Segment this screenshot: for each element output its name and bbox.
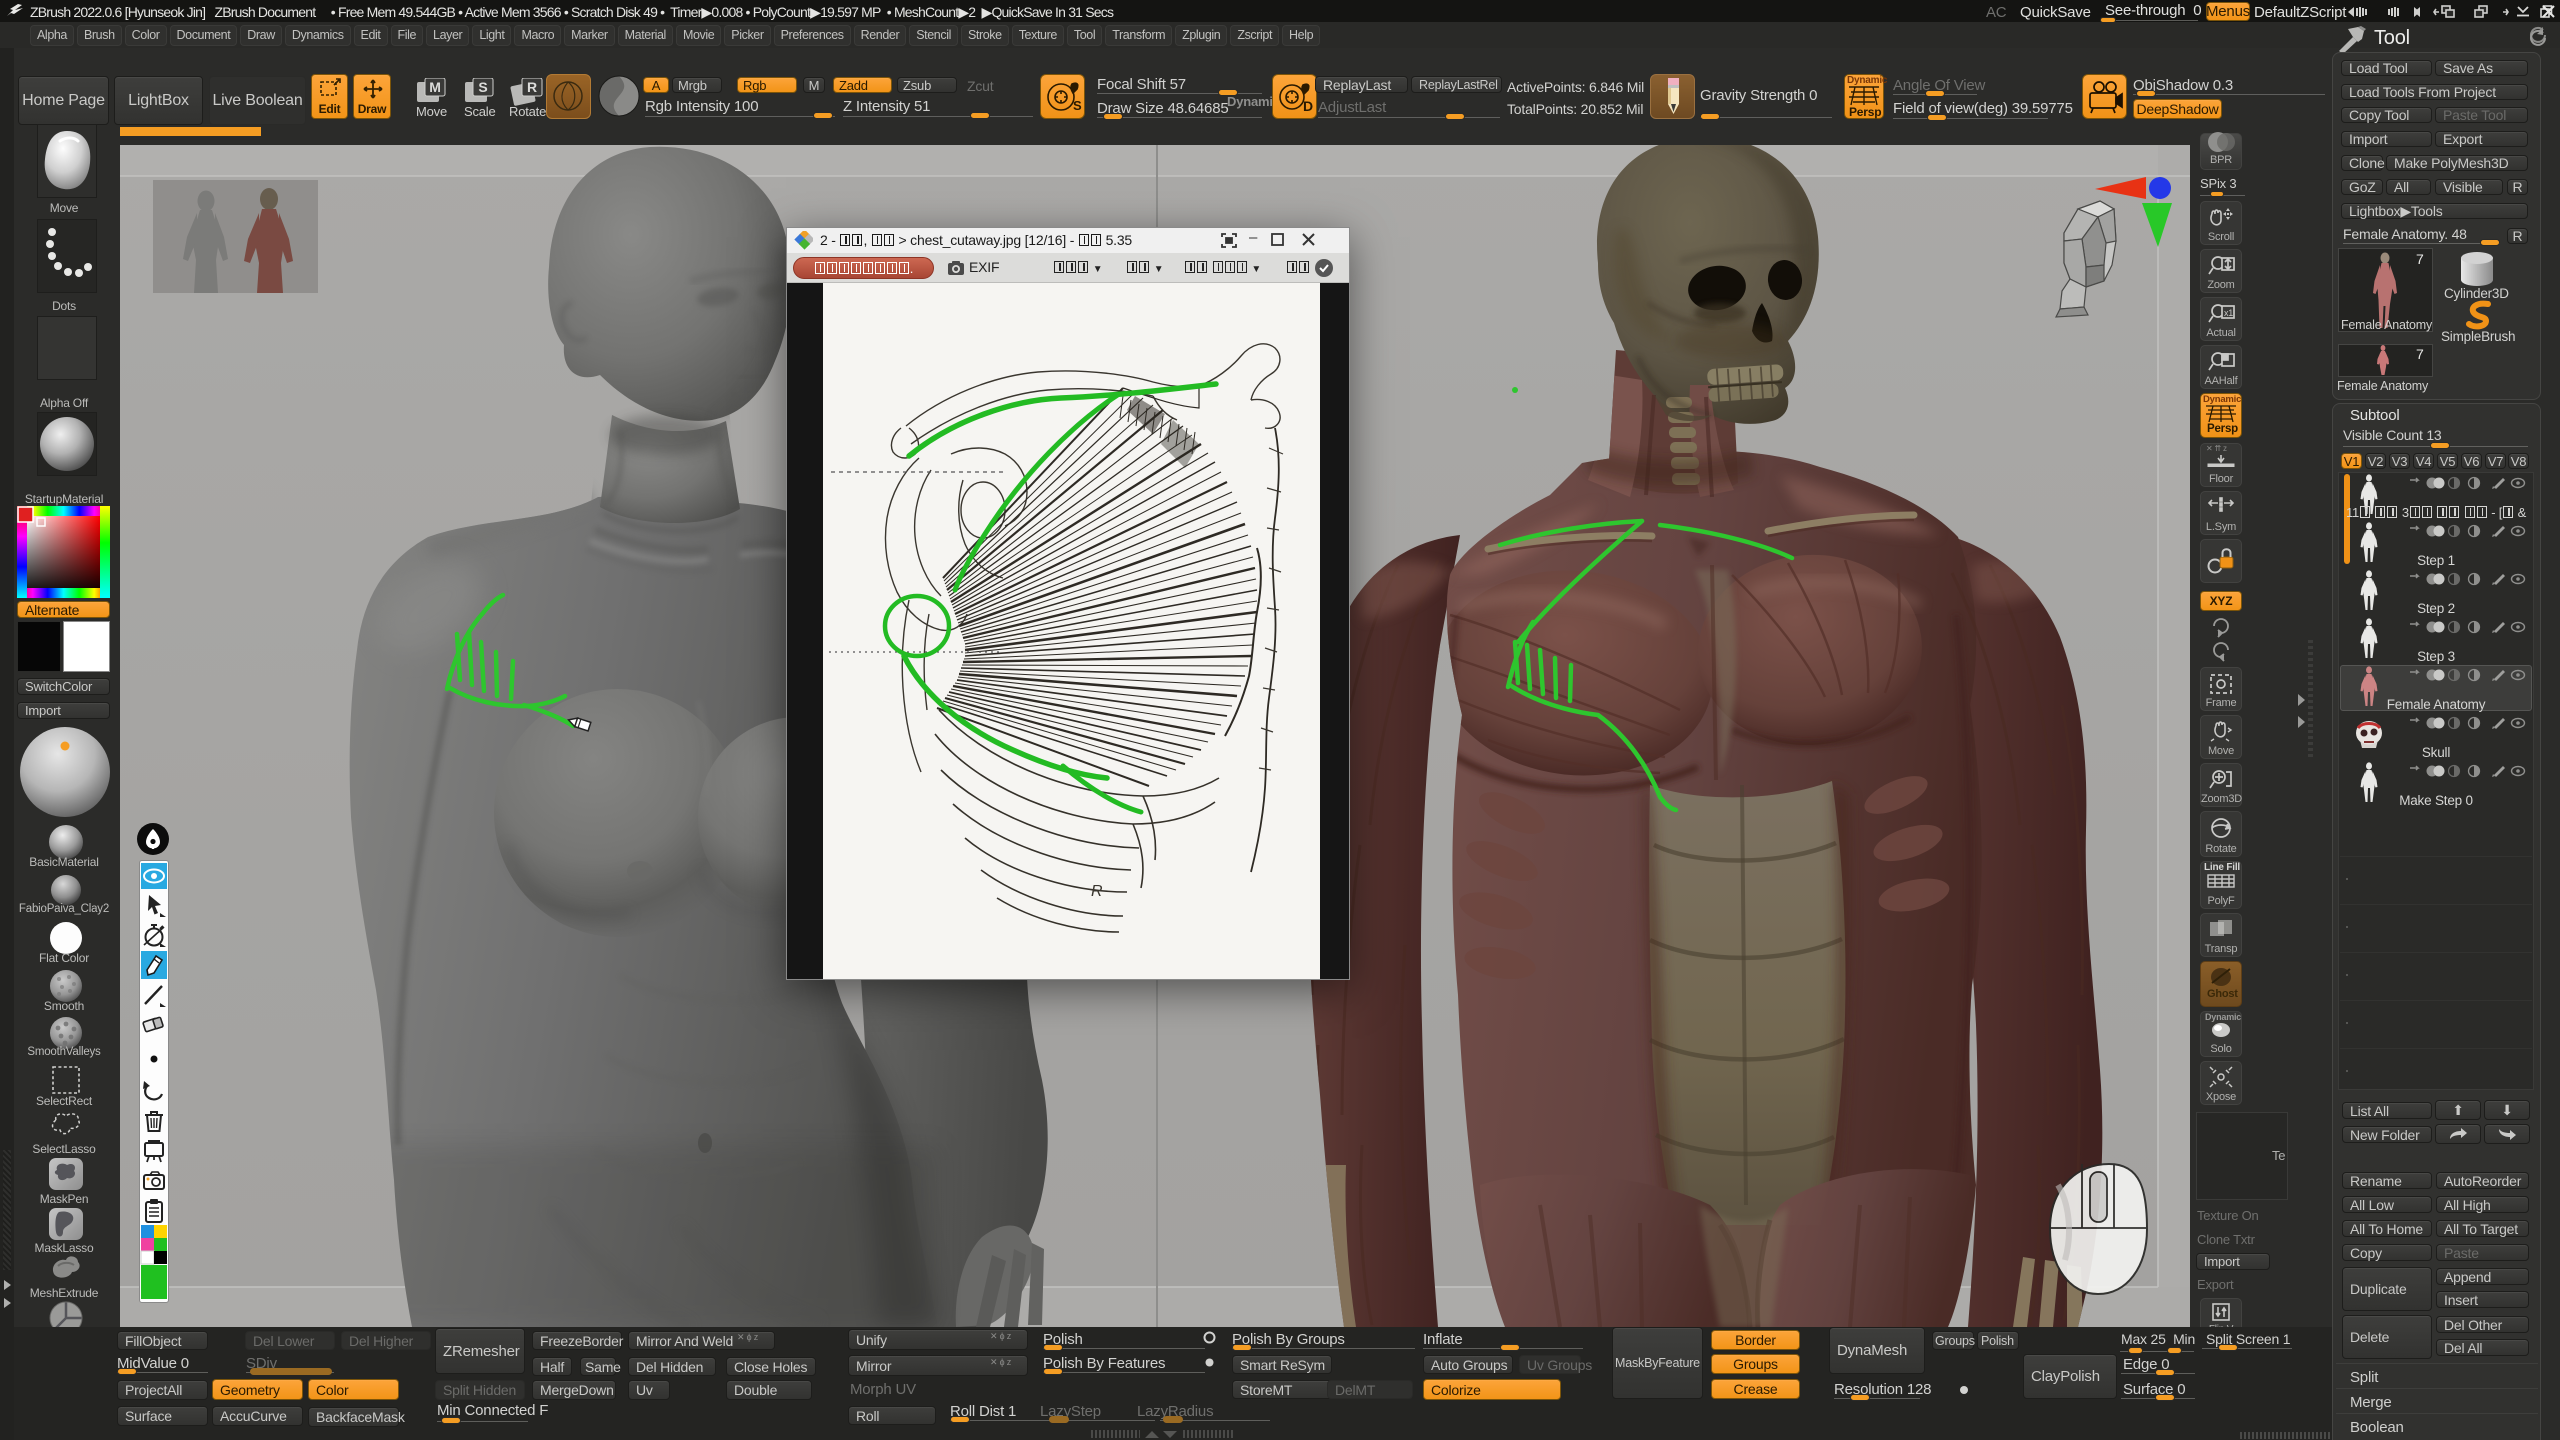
svg-text:R: R (527, 79, 537, 95)
svg-text:S: S (1073, 98, 1082, 113)
svg-text:R: R (1091, 883, 1103, 900)
svg-text:D: D (1303, 98, 1313, 114)
svg-text:M: M (429, 79, 440, 95)
svg-text:x1: x1 (2224, 308, 2233, 318)
svg-text:S: S (478, 79, 487, 95)
